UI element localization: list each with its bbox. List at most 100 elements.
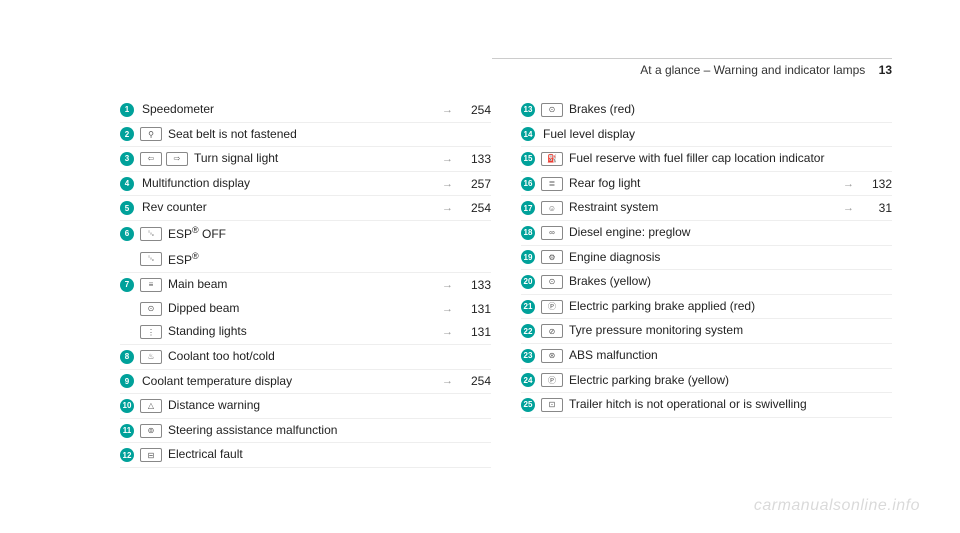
item-number-badge: 9: [120, 374, 134, 388]
page-ref-number: 31: [862, 201, 892, 215]
page-ref-arrow-icon: →: [843, 202, 854, 214]
list-item: 25 ⊡ Trailer hitch is not operational or i…: [521, 393, 892, 418]
list-item: 23 ⊛ ABS malfunction: [521, 344, 892, 369]
list-item: 24 Ⓟ Electric parking brake (yellow): [521, 369, 892, 394]
item-number-badge: 23: [521, 349, 535, 363]
item-label: ESP®: [166, 251, 491, 269]
list-item: 12⊟Electrical fault: [120, 443, 491, 468]
item-number-badge: 19: [521, 250, 535, 264]
indicator-icon: ⊟: [140, 448, 162, 462]
indicator-icon: ♨: [140, 350, 162, 364]
left-column: 1Speedometer→2542⚲Seat belt is not faste…: [120, 98, 491, 468]
content-columns: 1Speedometer→2542⚲Seat belt is not faste…: [120, 98, 892, 468]
list-item: 1 Speedometer→ 254: [120, 98, 491, 123]
right-column: 13⊙Brakes (red)14Fuel level display15⛽Fu…: [521, 98, 892, 468]
watermark: carmanualsonline.info: [754, 497, 920, 515]
page-ref-arrow-icon: →: [442, 178, 453, 190]
indicator-icon: ∞: [541, 226, 563, 240]
item-number-badge: 17: [521, 201, 535, 215]
item-label: Restraint system: [567, 200, 843, 216]
list-item: 3⇦⇨Turn signal light→133: [120, 147, 491, 172]
indicator-icon: ⊙: [541, 275, 563, 289]
item-label: Trailer hitch is not operational or is s…: [567, 397, 892, 413]
page-ref-number: 133: [461, 278, 491, 292]
list-item: 6␚ESP® OFF: [120, 221, 491, 247]
page-ref-arrow-icon: →: [442, 202, 453, 214]
indicator-icon: ≡: [140, 278, 162, 292]
item-label: Engine diagnosis: [567, 250, 892, 266]
item-number-badge: 1: [120, 103, 134, 117]
item-label: Brakes (yellow): [567, 274, 892, 290]
list-item: 4 Multifunction display→ 257: [120, 172, 491, 197]
page-ref-number: 254: [461, 103, 491, 117]
list-item: 2 ⚲ Seat belt is not fastened: [120, 123, 491, 148]
item-number-badge: 10: [120, 399, 134, 413]
list-item: 17 ☺ Restraint system→ 31: [521, 196, 892, 221]
page-ref-arrow-icon: →: [442, 326, 453, 338]
item-number-badge: [120, 252, 134, 266]
header-title: At a glance – Warning and indicator lamp…: [640, 63, 865, 77]
list-item: 8♨Coolant too hot/cold: [120, 345, 491, 370]
item-number-badge: 7: [120, 278, 134, 292]
item-number-badge: 8: [120, 350, 134, 364]
item-number-badge: 5: [120, 201, 134, 215]
page-ref-arrow-icon: →: [442, 279, 453, 291]
item-label: Rear fog light: [567, 176, 843, 192]
page-ref-number: 254: [461, 201, 491, 215]
item-label: Standing lights: [166, 324, 442, 340]
item-label: Fuel level display: [541, 127, 892, 143]
indicator-icon: △: [140, 399, 162, 413]
page-ref-number: 131: [461, 325, 491, 339]
item-label: Tyre pressure monitoring system: [567, 323, 892, 339]
indicator-icon: ␚: [140, 252, 162, 266]
item-label: Steering assistance malfunction: [166, 423, 491, 439]
item-number-badge: 25: [521, 398, 535, 412]
indicator-icon: ☺: [541, 201, 563, 215]
item-number-badge: 3: [120, 152, 134, 166]
page-ref-arrow-icon: →: [442, 104, 453, 116]
page-ref-arrow-icon: →: [442, 153, 453, 165]
item-label: Diesel engine: preglow: [567, 225, 892, 241]
indicator-icon: ⇨: [166, 152, 188, 166]
list-item: 10 △ Distance warning: [120, 394, 491, 419]
list-item: 5 Rev counter→ 254: [120, 196, 491, 221]
item-number-badge: 20: [521, 275, 535, 289]
indicator-icon: ⊛: [541, 349, 563, 363]
list-item: 16≣Rear fog light→132: [521, 172, 892, 197]
item-label: Electric parking brake applied (red): [567, 299, 892, 315]
item-number-badge: 11: [120, 424, 134, 438]
item-number-badge: 22: [521, 324, 535, 338]
list-item: ⊙Dipped beam→131: [120, 297, 491, 321]
indicator-icon: ⊡: [541, 398, 563, 412]
item-number-badge: 4: [120, 177, 134, 191]
indicator-icon: Ⓟ: [541, 373, 563, 387]
list-item: 11⊚Steering assistance malfunction: [120, 419, 491, 444]
indicator-icon: ⊘: [541, 324, 563, 338]
page-ref-number: 257: [461, 177, 491, 191]
list-item: 20 ⊙ Brakes (yellow): [521, 270, 892, 295]
indicator-icon: ⚲: [140, 127, 162, 141]
item-label: Distance warning: [166, 398, 491, 414]
page-ref-number: 131: [461, 302, 491, 316]
item-label: ESP® OFF: [166, 225, 491, 243]
item-number-badge: 24: [521, 373, 535, 387]
item-label: Electric parking brake (yellow): [567, 373, 892, 389]
list-item: 15⛽Fuel reserve with fuel filler cap loc…: [521, 147, 892, 172]
item-number-badge: 2: [120, 127, 134, 141]
page-ref-number: 132: [862, 177, 892, 191]
item-number-badge: 21: [521, 300, 535, 314]
item-number-badge: [120, 302, 134, 316]
indicator-icon: ⋮: [140, 325, 162, 339]
list-item: 21ⓅElectric parking brake applied (red): [521, 295, 892, 320]
item-label: Speedometer: [140, 102, 442, 118]
page-ref-number: 133: [461, 152, 491, 166]
indicator-icon: ⚙: [541, 250, 563, 264]
item-label: Rev counter: [140, 200, 442, 216]
item-label: ABS malfunction: [567, 348, 892, 364]
list-item: 9Coolant temperature display→254: [120, 370, 491, 395]
item-label: Dipped beam: [166, 301, 442, 317]
item-label: Multifunction display: [140, 176, 442, 192]
indicator-icon: ⛽: [541, 152, 563, 166]
indicator-icon: ⇦: [140, 152, 162, 166]
item-label: Seat belt is not fastened: [166, 127, 491, 143]
